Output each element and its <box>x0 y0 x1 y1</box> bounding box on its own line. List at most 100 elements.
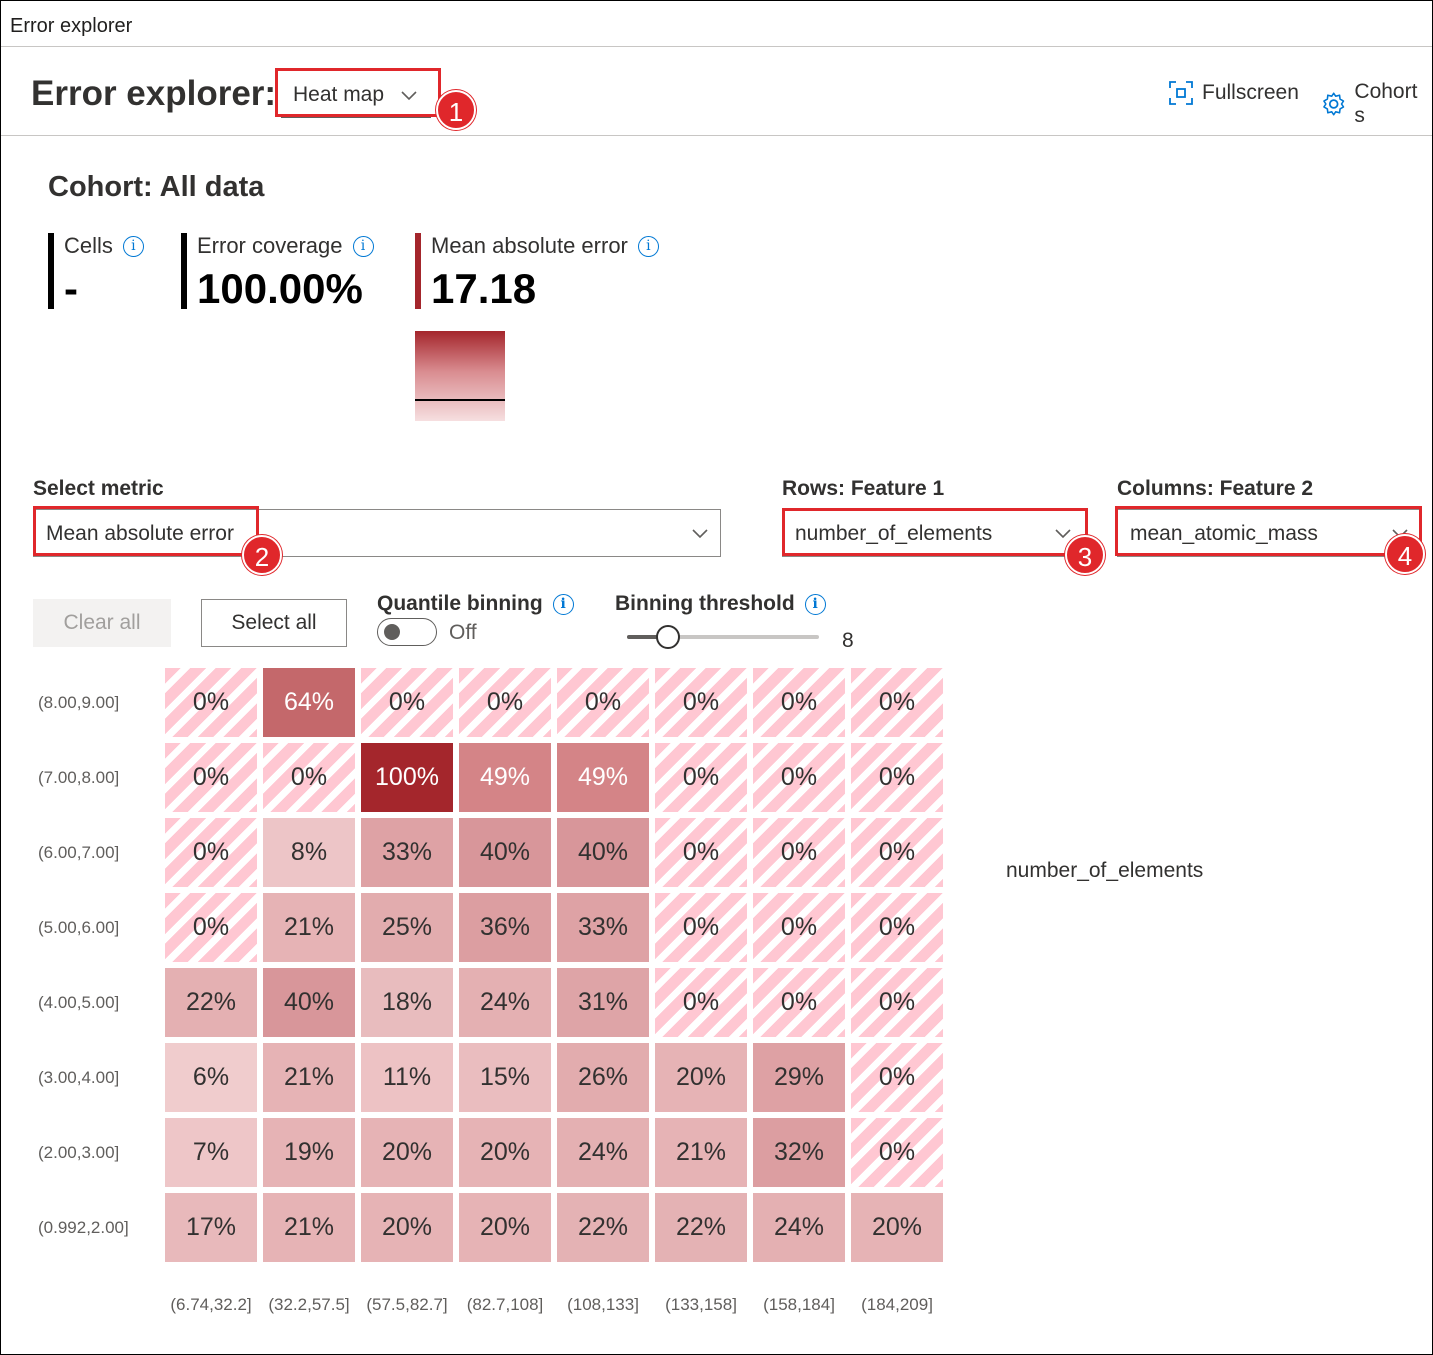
heatmap-cell[interactable]: 31% <box>557 968 649 1037</box>
row-bin-label: (7.00,8.00] <box>38 768 120 787</box>
select-all-button[interactable]: Select all <box>201 599 347 647</box>
heatmap-cell[interactable]: 0% <box>851 818 943 887</box>
heatmap-cell[interactable]: 32% <box>753 1118 845 1187</box>
columns-feature-dropdown[interactable]: mean_atomic_mass <box>1117 509 1422 557</box>
heatmap-cell[interactable]: 8% <box>263 818 355 887</box>
heatmap-cell[interactable]: 40% <box>557 818 649 887</box>
heatmap-cell[interactable]: 0% <box>655 818 747 887</box>
gear-icon <box>1323 92 1345 116</box>
slider-thumb[interactable] <box>656 625 681 649</box>
heatmap-cell[interactable]: 26% <box>557 1043 649 1112</box>
heatmap-cell[interactable]: 0% <box>851 668 943 737</box>
heatmap-cell[interactable]: 0% <box>753 668 845 737</box>
view-type-dropdown[interactable]: Heat map <box>281 75 431 118</box>
heatmap-cell[interactable]: 0% <box>753 968 845 1037</box>
heatmap-cell[interactable]: 19% <box>263 1118 355 1187</box>
heatmap-cell[interactable]: 33% <box>557 893 649 962</box>
heatmap-cell[interactable]: 11% <box>361 1043 453 1112</box>
info-icon[interactable]: i <box>804 593 826 615</box>
row-feature-axis-label: number_of_elements <box>1006 859 1204 882</box>
callout-badge: 1 <box>436 90 476 130</box>
cohort-settings-label: Cohort s <box>1354 80 1418 127</box>
row-bin-label: (3.00,4.00] <box>38 1068 120 1087</box>
heatmap-cell[interactable]: 0% <box>753 893 845 962</box>
heatmap-cell[interactable]: 0% <box>753 818 845 887</box>
heatmap-cell[interactable]: 0% <box>851 968 943 1037</box>
heatmap-cell[interactable]: 0% <box>361 668 453 737</box>
heatmap-cell[interactable]: 20% <box>851 1193 943 1262</box>
info-icon[interactable]: i <box>352 235 374 257</box>
metric-value: - <box>64 265 78 312</box>
heatmap-cell[interactable]: 0% <box>557 668 649 737</box>
heatmap-cell[interactable]: 17% <box>165 1193 257 1262</box>
rows-feature-dropdown[interactable]: number_of_elements <box>782 509 1087 557</box>
heatmap-cell[interactable]: 0% <box>655 968 747 1037</box>
heatmap-cell[interactable]: 49% <box>459 743 551 812</box>
cohort-settings-button[interactable]: Cohort s <box>1321 80 1432 128</box>
heatmap-cell[interactable]: 40% <box>263 968 355 1037</box>
heatmap-cell[interactable]: 20% <box>459 1118 551 1187</box>
heatmap-cell[interactable]: 33% <box>361 818 453 887</box>
fullscreen-icon <box>1169 81 1193 105</box>
heatmap-cell[interactable]: 64% <box>263 668 355 737</box>
row-bin-label: (4.00,5.00] <box>38 993 120 1012</box>
heatmap-cell[interactable]: 0% <box>655 668 747 737</box>
metric-value: 100.00% <box>197 265 363 312</box>
binning-threshold-slider[interactable] <box>627 625 819 649</box>
heatmap-cell[interactable]: 21% <box>263 1193 355 1262</box>
heatmap-cell[interactable]: 21% <box>655 1118 747 1187</box>
heatmap-cell[interactable]: 0% <box>165 668 257 737</box>
heatmap-cell[interactable]: 0% <box>851 893 943 962</box>
error-explorer-panel: Error explorer Error explorer: Heat map … <box>0 0 1433 1355</box>
heatmap-cell[interactable]: 24% <box>557 1118 649 1187</box>
heatmap-cell[interactable]: 21% <box>263 893 355 962</box>
heatmap-cell[interactable]: 36% <box>459 893 551 962</box>
heatmap-cell[interactable]: 29% <box>753 1043 845 1112</box>
heatmap-cell[interactable]: 24% <box>459 968 551 1037</box>
heatmap-cell[interactable]: 21% <box>263 1043 355 1112</box>
heatmap-cell[interactable]: 6% <box>165 1043 257 1112</box>
fullscreen-button[interactable]: Fullscreen <box>1168 80 1299 106</box>
heatmap-cell[interactable]: 0% <box>165 818 257 887</box>
toggle-knob <box>384 624 400 640</box>
heatmap-cell[interactable]: 40% <box>459 818 551 887</box>
heatmap-cell[interactable]: 22% <box>655 1193 747 1262</box>
heatmap-cell[interactable]: 25% <box>361 893 453 962</box>
rows-feature-value: number_of_elements <box>795 522 993 545</box>
quantile-binning-toggle[interactable] <box>377 618 437 646</box>
heatmap-cell[interactable]: 0% <box>655 743 747 812</box>
heatmap-cell[interactable]: 100% <box>361 743 453 812</box>
heatmap-cell[interactable]: 0% <box>165 743 257 812</box>
metric-dropdown[interactable]: Mean absolute error <box>33 509 721 557</box>
color-legend <box>415 331 505 421</box>
clear-all-button[interactable]: Clear all <box>33 599 171 647</box>
heatmap-cell[interactable]: 15% <box>459 1043 551 1112</box>
cohort-title: Cohort: All data <box>48 171 265 203</box>
heatmap-cell[interactable]: 0% <box>655 893 747 962</box>
info-icon[interactable]: i <box>122 235 144 257</box>
heatmap-cell[interactable]: 22% <box>165 968 257 1037</box>
info-icon[interactable]: i <box>552 593 574 615</box>
heatmap-cell[interactable]: 24% <box>753 1193 845 1262</box>
heatmap-cell[interactable]: 0% <box>753 743 845 812</box>
heatmap-cell[interactable]: 22% <box>557 1193 649 1262</box>
quantile-binning-state: Off <box>449 621 477 644</box>
heatmap-cell[interactable]: 0% <box>165 893 257 962</box>
binning-threshold-label: Binning threshold <box>615 592 795 615</box>
heatmap-cell[interactable]: 0% <box>851 1118 943 1187</box>
heatmap-cell[interactable]: 20% <box>361 1193 453 1262</box>
heatmap-cell[interactable]: 7% <box>165 1118 257 1187</box>
heatmap-cell[interactable]: 0% <box>263 743 355 812</box>
info-icon[interactable]: i <box>637 235 659 257</box>
heatmap-cell[interactable]: 20% <box>655 1043 747 1112</box>
page-title: Error explorer: <box>31 74 277 113</box>
heatmap-cell[interactable]: 20% <box>459 1193 551 1262</box>
heatmap-cell[interactable]: 0% <box>851 1043 943 1112</box>
callout-badge: 4 <box>1385 534 1425 574</box>
heatmap-cell[interactable]: 20% <box>361 1118 453 1187</box>
heatmap-cell[interactable]: 18% <box>361 968 453 1037</box>
heatmap-cell[interactable]: 0% <box>459 668 551 737</box>
heatmap-cell[interactable]: 49% <box>557 743 649 812</box>
heatmap-cell[interactable]: 0% <box>851 743 943 812</box>
metric-cells: Cells i - <box>48 233 144 312</box>
